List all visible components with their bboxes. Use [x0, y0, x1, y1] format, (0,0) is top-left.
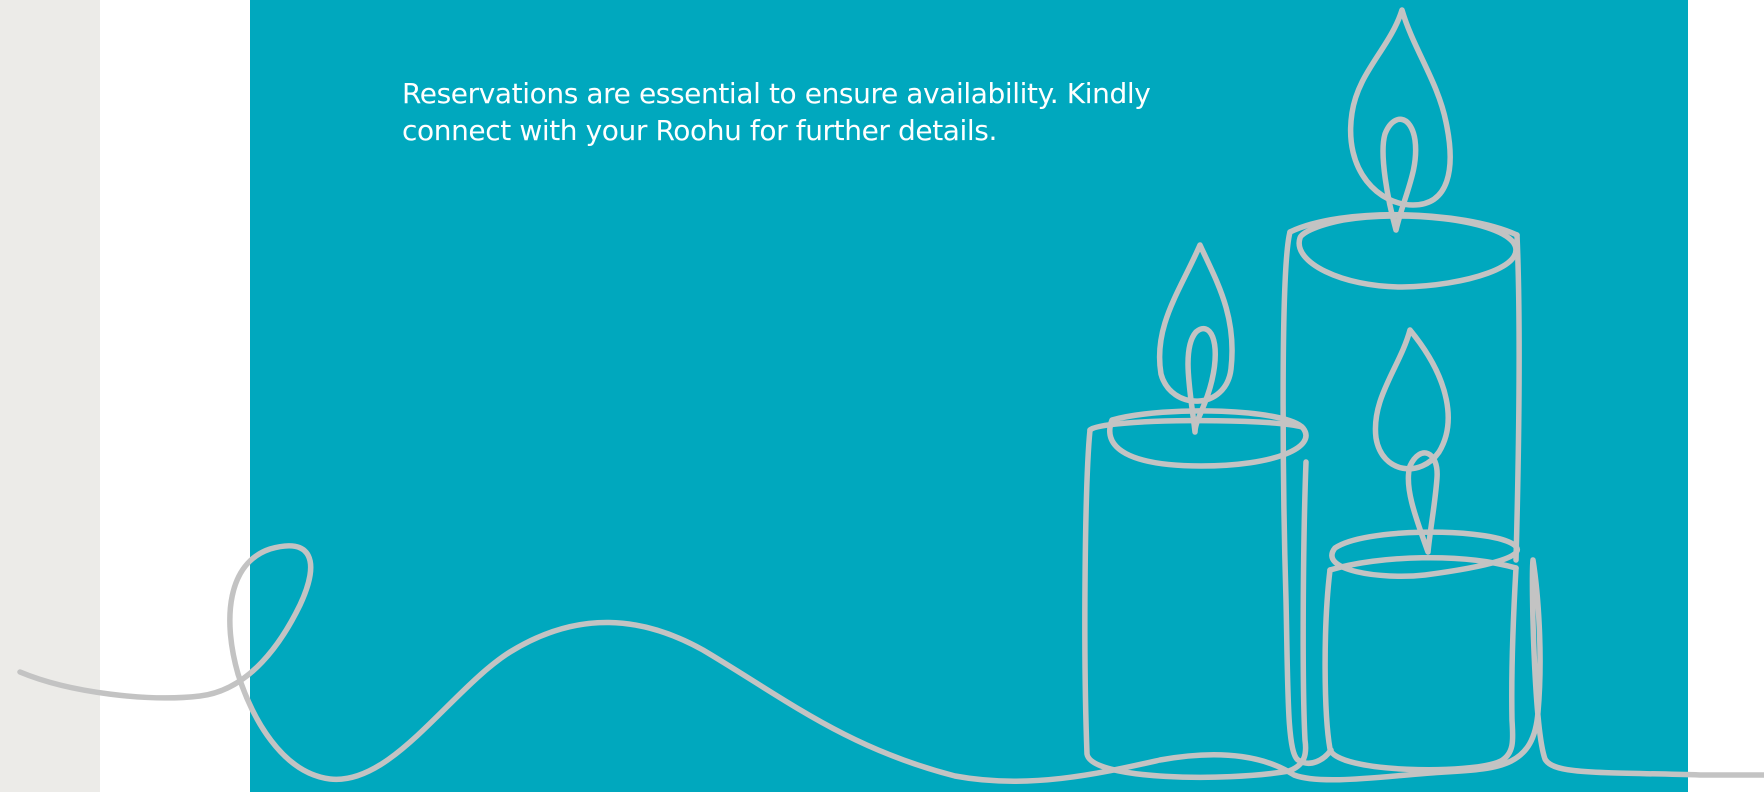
reservation-notice: Reservations are essential to ensure ava…	[402, 77, 1151, 147]
page: Reservations are essential to ensure ava…	[0, 0, 1764, 792]
left-gutter	[0, 0, 100, 792]
